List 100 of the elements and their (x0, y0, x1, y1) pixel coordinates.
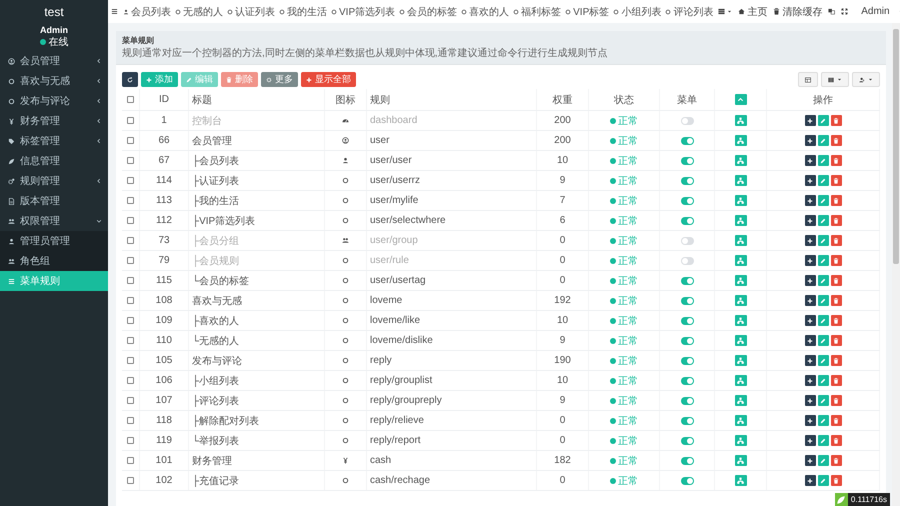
add-child-button[interactable] (804, 395, 816, 406)
column-header[interactable]: 图标 (336, 92, 356, 106)
tree-button[interactable] (734, 315, 746, 326)
tree-button[interactable] (734, 135, 746, 146)
sidebar-item[interactable]: 发布与评论 (0, 91, 108, 111)
row-checkbox[interactable] (127, 357, 134, 364)
toggle-switch[interactable] (680, 436, 694, 444)
add-child-button[interactable] (804, 115, 816, 126)
tab[interactable]: 无感的人 (173, 0, 225, 23)
tab[interactable]: 喜欢的人 (459, 0, 512, 23)
tree-button[interactable] (734, 195, 746, 206)
delete-button[interactable] (830, 215, 842, 226)
tree-button[interactable] (734, 395, 746, 406)
tree-button[interactable] (734, 335, 746, 346)
delete-button[interactable] (830, 395, 842, 406)
tree-button[interactable] (734, 415, 746, 426)
refresh-button[interactable] (122, 72, 138, 87)
delete-button[interactable] (830, 375, 842, 386)
row-checkbox[interactable] (127, 117, 134, 124)
tree-button[interactable] (734, 375, 746, 386)
add-child-button[interactable] (804, 355, 816, 366)
toggle-switch[interactable] (680, 276, 694, 284)
sidebar-item[interactable]: 财务管理 (0, 111, 108, 131)
column-header[interactable]: 操作 (813, 92, 833, 106)
row-checkbox[interactable] (127, 197, 134, 204)
tree-button[interactable] (734, 235, 746, 246)
delete-button[interactable] (830, 355, 842, 366)
tab[interactable]: 评论列表 (663, 0, 716, 23)
delete-button[interactable] (830, 475, 842, 486)
delete-button[interactable] (830, 175, 842, 186)
sidebar-item[interactable]: 会员管理 (0, 51, 108, 71)
row-checkbox[interactable] (127, 377, 134, 384)
tree-button[interactable] (734, 175, 746, 186)
tree-button[interactable] (734, 435, 746, 446)
tree-button[interactable] (734, 355, 746, 366)
delete-button[interactable] (830, 135, 842, 146)
tree-button[interactable] (734, 155, 746, 166)
tree-button[interactable] (734, 295, 746, 306)
add-child-button[interactable] (804, 435, 816, 446)
add-child-button[interactable] (804, 135, 816, 146)
tab[interactable]: VIP标签 (563, 0, 612, 23)
home-link[interactable]: 主页 (735, 0, 770, 23)
row-checkbox[interactable] (127, 437, 134, 444)
row-checkbox[interactable] (127, 237, 134, 244)
delete-button[interactable] (830, 235, 842, 246)
tab[interactable]: 会员列表 (121, 0, 173, 23)
tab[interactable]: 小组列表 (611, 0, 664, 23)
tab[interactable]: VIP筛选列表 (329, 0, 398, 23)
delete-button[interactable] (830, 275, 842, 286)
toggle-switch[interactable] (680, 376, 694, 384)
row-checkbox[interactable] (127, 317, 134, 324)
add-child-button[interactable] (804, 255, 816, 266)
toggle-switch[interactable] (680, 356, 694, 364)
toggle-switch[interactable] (680, 196, 694, 204)
add-child-button[interactable] (804, 175, 816, 186)
toggle-switch[interactable] (680, 176, 694, 184)
columns-button[interactable] (821, 72, 849, 87)
toggle-switch[interactable] (680, 396, 694, 404)
sidebar-item[interactable]: 标签管理 (0, 131, 108, 151)
delete-button[interactable] (830, 295, 842, 306)
column-header[interactable]: 规则 (370, 92, 390, 106)
debug-badge[interactable]: 0.111716s (834, 493, 890, 506)
tree-button[interactable] (734, 215, 746, 226)
collapse-all-button[interactable] (734, 94, 746, 105)
add-child-button[interactable] (804, 235, 816, 246)
row-checkbox[interactable] (127, 397, 134, 404)
sidebar-item[interactable]: 权限管理 (0, 211, 108, 231)
sidebar-item[interactable]: 规则管理 (0, 171, 108, 191)
tree-button[interactable] (734, 115, 746, 126)
sidebar-item[interactable]: 信息管理 (0, 151, 108, 171)
row-checkbox[interactable] (127, 277, 134, 284)
tab[interactable]: 会员的标签 (397, 0, 460, 23)
column-header[interactable]: 权重 (552, 92, 572, 106)
tab[interactable]: 认证列表 (225, 0, 277, 23)
row-checkbox[interactable] (127, 297, 134, 304)
more-button[interactable]: 更多 (261, 72, 298, 87)
add-child-button[interactable] (804, 155, 816, 166)
toggle-switch[interactable] (680, 116, 694, 124)
sidebar-item[interactable]: 角色组 (0, 251, 108, 271)
delete-button[interactable] (830, 315, 842, 326)
delete-button[interactable] (830, 435, 842, 446)
column-header[interactable]: 菜单 (677, 92, 697, 106)
delete-button[interactable] (830, 415, 842, 426)
add-child-button[interactable] (804, 275, 816, 286)
toggle-switch[interactable] (680, 476, 694, 484)
row-checkbox[interactable] (127, 257, 134, 264)
user-menu-button[interactable]: Admin (851, 0, 896, 23)
toggle-switch[interactable] (680, 216, 694, 224)
delete-button[interactable] (830, 255, 842, 266)
row-checkbox[interactable] (127, 137, 134, 144)
scrollbar-thumb[interactable] (893, 29, 899, 264)
row-checkbox[interactable] (127, 157, 134, 164)
toggle-switch[interactable] (680, 416, 694, 424)
toggle-switch[interactable] (680, 336, 694, 344)
column-header[interactable]: 状态 (614, 92, 634, 106)
toggle-switch[interactable] (680, 136, 694, 144)
toggle-switch[interactable] (680, 236, 694, 244)
scrollbar[interactable] (892, 23, 900, 506)
checkbox[interactable] (127, 96, 134, 103)
tree-button[interactable] (734, 475, 746, 486)
